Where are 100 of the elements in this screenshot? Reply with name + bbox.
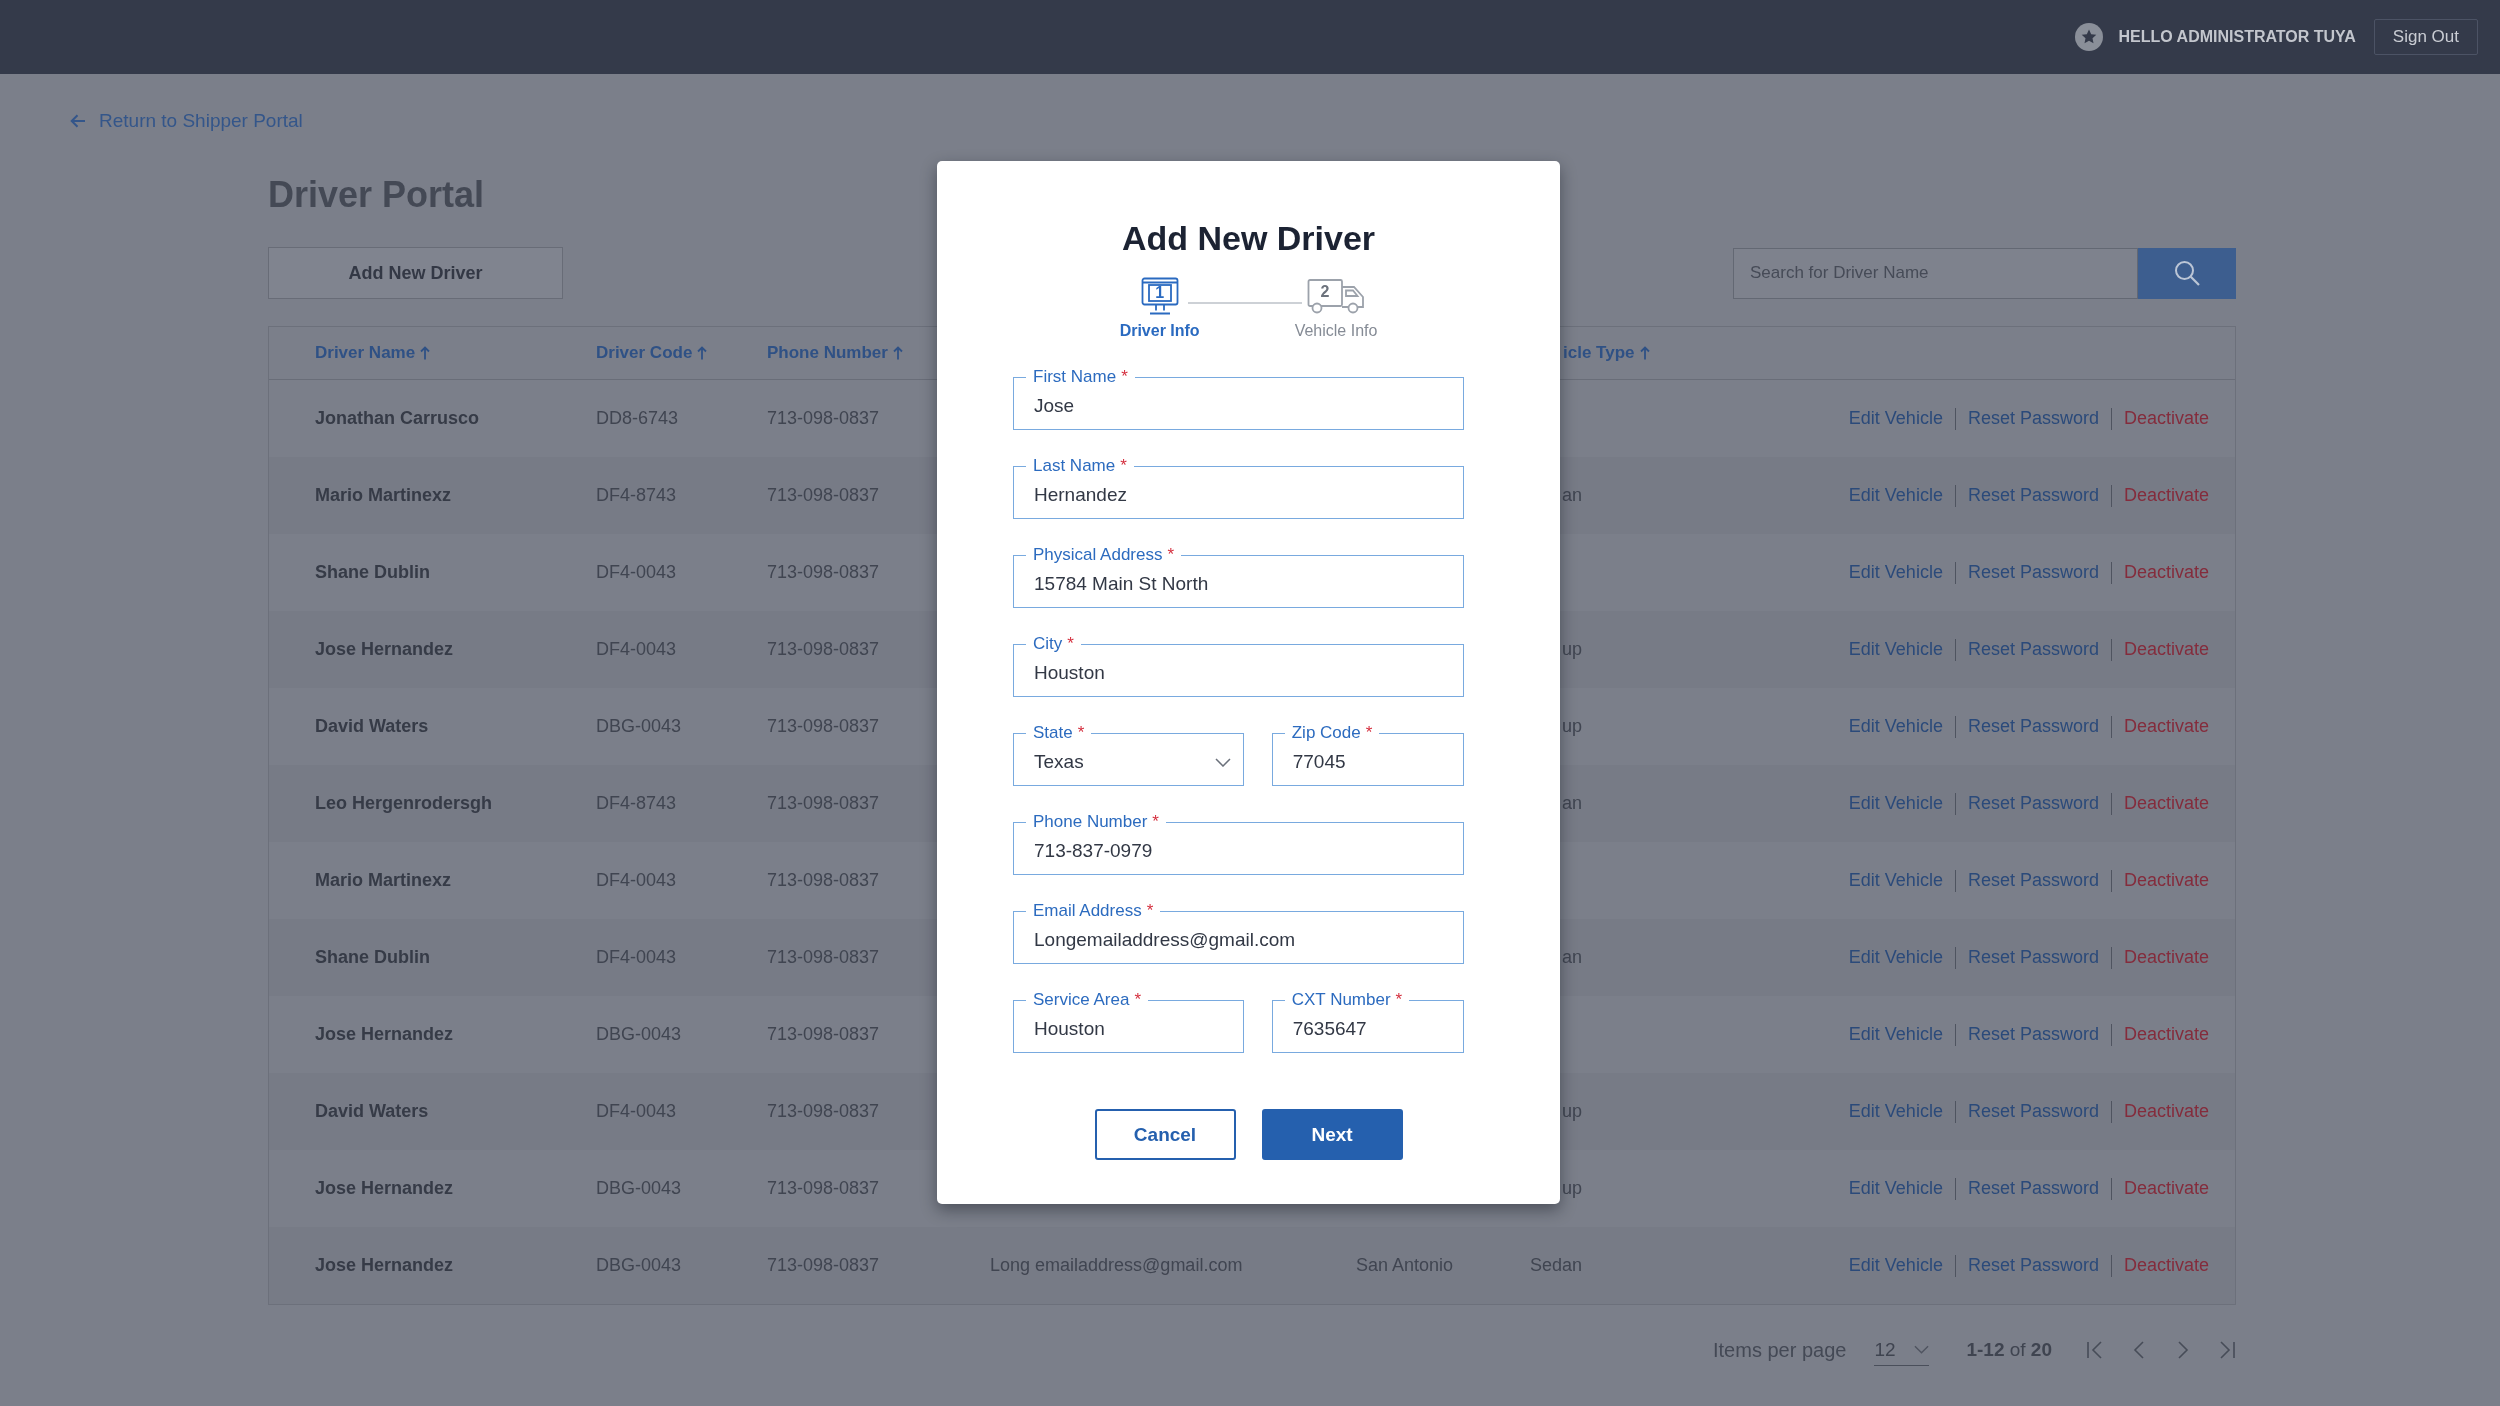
cancel-button[interactable]: Cancel — [1094, 1109, 1236, 1160]
input-field[interactable]: Service Area * Houston — [1013, 990, 1244, 1053]
action-link[interactable]: Reset Password — [1967, 1178, 2099, 1199]
action-link[interactable]: Reset Password — [1967, 716, 2099, 737]
caret-icon — [1214, 757, 1231, 767]
action-link[interactable]: Reset Password — [1967, 1101, 2099, 1122]
table-cell: DD8-6743 — [596, 408, 679, 429]
add-driver-button[interactable]: Add New Driver — [268, 247, 563, 299]
deactivate-link[interactable]: Deactivate — [2123, 1024, 2209, 1045]
table-cell: DF4-0043 — [596, 562, 677, 583]
input-field[interactable]: Last Name * Hernandez — [1013, 456, 1464, 519]
action-link[interactable]: Edit Vehicle — [1848, 408, 1943, 429]
first-page-icon[interactable] — [2086, 1340, 2104, 1360]
action-link[interactable]: Reset Password — [1967, 562, 2099, 583]
deactivate-link[interactable]: Deactivate — [2123, 1178, 2209, 1199]
deactivate-link[interactable]: Deactivate — [2123, 485, 2209, 506]
table-cell: DF4-8743 — [596, 793, 677, 814]
input-field[interactable]: CXT Number * 7635647 — [1271, 990, 1464, 1053]
last-page-icon[interactable] — [2218, 1340, 2236, 1360]
column-header[interactable]: Driver Name — [315, 343, 431, 363]
column-header[interactable]: icle Type — [1563, 343, 1650, 363]
deactivate-link[interactable]: Deactivate — [2123, 1255, 2209, 1276]
action-link[interactable]: Edit Vehicle — [1848, 716, 1943, 737]
page-range-text: 1-12 of 20 — [1966, 1339, 2052, 1361]
action-link[interactable]: Reset Password — [1967, 1024, 2099, 1045]
table-cell: 713-098-0837 — [767, 870, 880, 891]
page-title: Driver Portal — [268, 173, 485, 217]
search-icon — [2174, 260, 2200, 286]
table-cell: David Waters — [315, 716, 429, 737]
table-cell: Jose Hernandez — [315, 639, 454, 660]
input-field[interactable]: First Name * Jose — [1013, 367, 1464, 430]
table-cell: 713-098-0837 — [767, 947, 880, 968]
column-header[interactable]: Phone Number — [767, 343, 903, 363]
back-link[interactable]: Return to Shipper Portal — [70, 109, 303, 133]
items-per-page-label: Items per page — [1713, 1338, 1847, 1362]
action-link[interactable]: Reset Password — [1967, 408, 2099, 429]
deactivate-link[interactable]: Deactivate — [2123, 793, 2209, 814]
step-label: Vehicle Info — [1294, 321, 1378, 341]
table-cell: Sedan — [1529, 1255, 1582, 1276]
deactivate-link[interactable]: Deactivate — [2123, 947, 2209, 968]
table-cell: DBG-0043 — [596, 1255, 682, 1276]
table-cell: Leo Hergenrodersgh — [315, 793, 493, 814]
deactivate-link[interactable]: Deactivate — [2123, 716, 2209, 737]
action-link[interactable]: Edit Vehicle — [1848, 1101, 1943, 1122]
table-cell: 713-098-0837 — [767, 639, 880, 660]
action-link[interactable]: Edit Vehicle — [1848, 793, 1943, 814]
table-cell: DF4-8743 — [596, 485, 677, 506]
table-cell: Mario Martinexz — [315, 870, 452, 891]
table-cell: DBG-0043 — [596, 716, 682, 737]
table-cell: up — [1561, 1178, 1582, 1199]
greeting-text: HELLO ADMINISTRATOR TUYA — [2118, 28, 2356, 46]
action-link[interactable]: Edit Vehicle — [1848, 1178, 1943, 1199]
table-cell: 713-098-0837 — [767, 562, 880, 583]
table-cell: 713-098-0837 — [767, 1255, 880, 1276]
input-field[interactable]: City * Houston — [1013, 634, 1464, 697]
action-link[interactable]: Reset Password — [1967, 639, 2099, 660]
deactivate-link[interactable]: Deactivate — [2123, 639, 2209, 660]
input-field[interactable]: Phone Number * 713-837-0979 — [1013, 812, 1464, 875]
action-link[interactable]: Edit Vehicle — [1848, 485, 1943, 506]
deactivate-link[interactable]: Deactivate — [2123, 870, 2209, 891]
input-field[interactable]: Email Address * Longemailaddress@gmail.com — [1013, 901, 1464, 964]
next-button[interactable]: Next — [1261, 1109, 1403, 1160]
action-link[interactable]: Edit Vehicle — [1848, 562, 1943, 583]
action-link[interactable]: Edit Vehicle — [1848, 947, 1943, 968]
column-header[interactable]: Driver Code — [596, 343, 708, 363]
table-cell: 713-098-0837 — [767, 716, 880, 737]
caret-icon — [1914, 1345, 1930, 1354]
table-cell: DF4-0043 — [596, 870, 677, 891]
action-link[interactable]: Reset Password — [1967, 485, 2099, 506]
action-link[interactable]: Edit Vehicle — [1848, 1024, 1943, 1045]
action-link[interactable]: Edit Vehicle — [1848, 639, 1943, 660]
table-cell: David Waters — [315, 1101, 429, 1122]
table-cell: 713-098-0837 — [767, 485, 880, 506]
sign-out-button[interactable]: Sign Out — [2373, 19, 2478, 55]
dialog-title: Add New Driver — [1121, 218, 1376, 258]
table-cell: 713-098-0837 — [767, 408, 880, 429]
table-cell: Mario Martinexz — [315, 485, 452, 506]
step-label: Driver Info — [1119, 321, 1200, 341]
search-button[interactable] — [2138, 247, 2236, 299]
table-cell: San Antonio — [1356, 1255, 1454, 1276]
action-link[interactable]: Reset Password — [1967, 947, 2099, 968]
deactivate-link[interactable]: Deactivate — [2123, 562, 2209, 583]
action-link[interactable]: Edit Vehicle — [1848, 1255, 1943, 1276]
input-field[interactable]: Zip Code * 77045 — [1271, 723, 1464, 786]
table-cell: Shane Dublin — [315, 562, 430, 583]
deactivate-link[interactable]: Deactivate — [2123, 408, 2209, 429]
per-page-select[interactable]: 12 — [1874, 1334, 1930, 1366]
action-link[interactable]: Reset Password — [1967, 870, 2099, 891]
step-number: 2 — [1320, 284, 1330, 300]
input-field[interactable]: Physical Address * 15784 Main St North — [1013, 545, 1464, 608]
dropdown-field[interactable]: State * Texas — [1013, 723, 1244, 786]
deactivate-link[interactable]: Deactivate — [2123, 1101, 2209, 1122]
table-cell: Long emailaddress@gmail.com — [990, 1255, 1243, 1276]
table-cell: Jose Hernandez — [315, 1024, 454, 1045]
action-link[interactable]: Reset Password — [1967, 793, 2099, 814]
action-link[interactable]: Edit Vehicle — [1848, 870, 1943, 891]
table-cell: 713-098-0837 — [767, 1024, 880, 1045]
search-field[interactable]: Search for Driver Name — [1733, 247, 2138, 299]
step-number: 1 — [1155, 285, 1165, 301]
action-link[interactable]: Reset Password — [1967, 1255, 2099, 1276]
